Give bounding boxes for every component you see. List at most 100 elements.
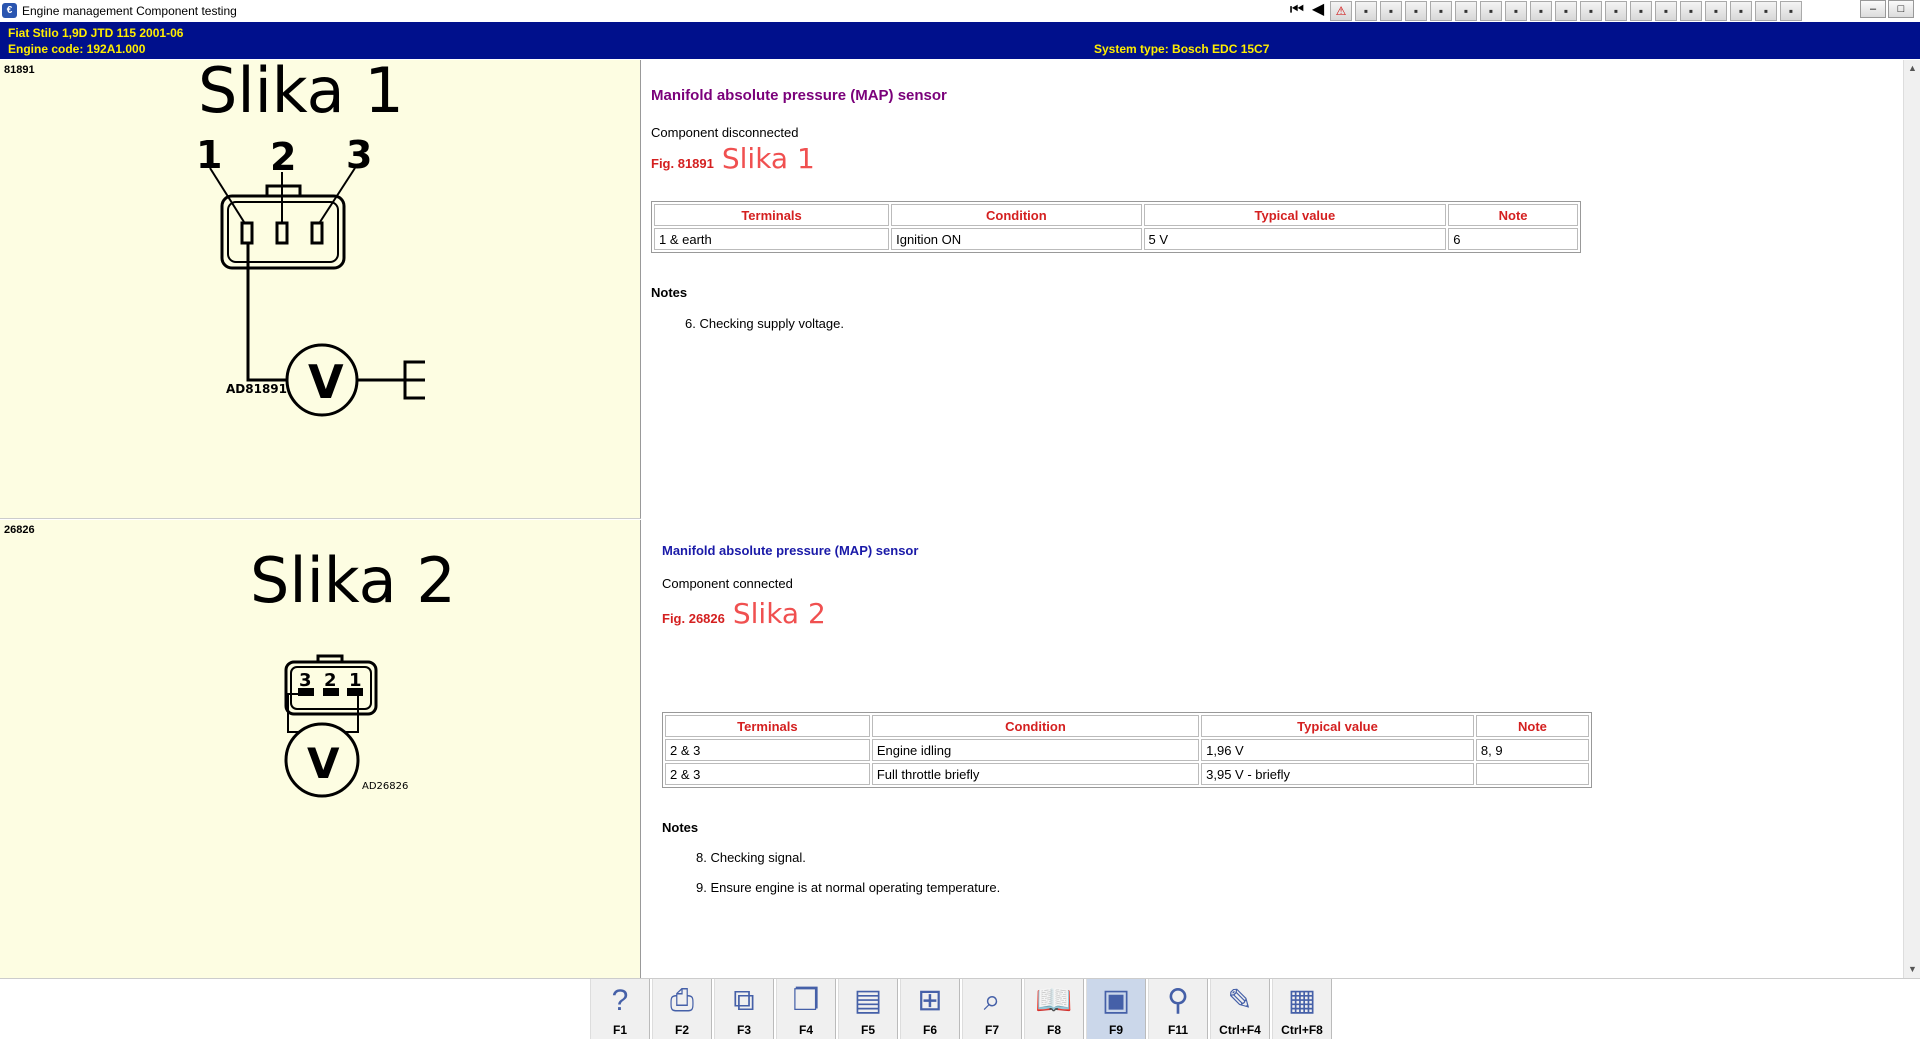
table-cell (1475, 763, 1589, 785)
note-item: 8. Checking signal. (696, 850, 806, 865)
fkey-f5-button[interactable]: ▤ F5 (838, 979, 898, 1039)
previous-icon[interactable]: ◀ (1309, 1, 1327, 21)
pin-label-3: 3 (346, 133, 372, 177)
pin-label-2: 2 (324, 670, 337, 691)
component-status: Component connected (662, 576, 793, 591)
fkey-f6-button[interactable]: ⊞ F6 (900, 979, 960, 1039)
car-icon[interactable]: ▪ (1530, 1, 1552, 21)
fkey-f1-button[interactable]: ? F1 (590, 979, 650, 1039)
note-icon[interactable]: ▪ (1780, 1, 1802, 21)
figure-icon: ▣ (1101, 984, 1131, 1017)
fkey-f8-button[interactable]: 📖 F8 (1024, 979, 1084, 1039)
help-icon: ? (611, 984, 629, 1017)
column-header: Terminals (665, 715, 870, 737)
fkey-f3-button[interactable]: ⧉ F3 (714, 979, 774, 1039)
folder-icon[interactable]: ▪ (1505, 1, 1527, 21)
fkey-f9-button[interactable]: ▣ F9 (1086, 979, 1146, 1039)
values-table: Terminals Condition Typical value Note 1 & … (651, 201, 1581, 253)
warning-icon[interactable]: ⚠ (1330, 1, 1352, 21)
fkey-f7-button[interactable]: ⌕ F7 (962, 979, 1022, 1039)
help-image-icon[interactable]: ▪ (1480, 1, 1502, 21)
printer-icon[interactable]: ▪ (1705, 1, 1727, 21)
lightbulb-icon[interactable]: ▪ (1680, 1, 1702, 21)
fkey-label: F7 (984, 1023, 999, 1037)
copy-icon: ⧉ (733, 984, 755, 1017)
column-header: Typical value (1143, 204, 1447, 226)
engine-code: Engine code: 192A1.000 (8, 42, 146, 56)
fkey-f4-button[interactable]: ❐ F4 (776, 979, 836, 1039)
screen-icon[interactable]: ▪ (1630, 1, 1652, 21)
system-type: System type: Bosch EDC 15C7 (1094, 42, 1270, 56)
fkey-label: F1 (612, 1023, 627, 1037)
settings-icon[interactable]: ▪ (1455, 1, 1477, 21)
table-cell: Full throttle briefly (871, 763, 1200, 785)
vertical-scrollbar[interactable]: ▲ ▼ (1903, 60, 1920, 978)
note-item: 9. Ensure engine is at normal operating … (696, 880, 1001, 895)
fkey-label: F2 (674, 1023, 689, 1037)
component-title: Manifold absolute pressure (MAP) sensor (651, 87, 947, 104)
document-icon[interactable]: ▪ (1355, 1, 1377, 21)
fkey-ctrl-f4-button[interactable]: ✎ Ctrl+F4 (1210, 979, 1270, 1039)
image-icon[interactable]: ▪ (1380, 1, 1402, 21)
column-header: Terminals (654, 204, 890, 226)
note-item: 6. Checking supply voltage. (685, 316, 844, 331)
table-icon: ▦ (1287, 984, 1317, 1017)
fkey-label: F11 (1167, 1023, 1188, 1037)
figure-annotation: Slika 1 (721, 142, 815, 175)
table-cell: 1,96 V (1201, 739, 1474, 761)
figure-reference: Fig. 26826 Slika 2 (662, 597, 826, 630)
pin-3 (310, 221, 324, 245)
table-cell: 8, 9 (1475, 739, 1589, 761)
fkey-label: Ctrl+F8 (1281, 1023, 1323, 1037)
column-header: Note (1448, 204, 1578, 226)
scroll-down-icon[interactable]: ▼ (1904, 961, 1920, 978)
first-page-icon[interactable]: ⏮ (1288, 1, 1306, 21)
content-pane: Manifold absolute pressure (MAP) sensor … (641, 60, 1903, 978)
diagram-icon[interactable]: ▪ (1555, 1, 1577, 21)
title-bar: € Engine management Component testing ⏮ ◀… (0, 0, 1920, 23)
scroll-up-icon[interactable]: ▲ (1904, 60, 1920, 77)
table-row: 2 & 3 Full throttle briefly 3,95 V - brief… (665, 763, 1589, 785)
connector-diagram-1: 1 2 3 V AD81891 (196, 133, 425, 417)
connector-diagram-2: 3 2 1 V AD26826 (284, 654, 408, 798)
column-header: Condition (871, 715, 1200, 737)
table-cell: 6 (1448, 228, 1578, 250)
window-title: Engine management Component testing (22, 4, 237, 18)
app-icon: € (2, 3, 17, 18)
pin-2 (275, 221, 289, 245)
tools-icon[interactable]: ▪ (1430, 1, 1452, 21)
fkey-f11-button[interactable]: ⚲ F11 (1148, 979, 1208, 1039)
table-cell: 2 & 3 (665, 763, 870, 785)
fkey-label: F6 (922, 1023, 937, 1037)
calculator-icon[interactable]: ▪ (1655, 1, 1677, 21)
gear-icon[interactable]: ▪ (1405, 1, 1427, 21)
probe-wire (246, 243, 288, 382)
minimize-icon[interactable]: – (1860, 0, 1886, 18)
table-cell: Engine idling (871, 739, 1200, 761)
figure-code: AD26826 (362, 781, 408, 792)
pin-1 (240, 221, 254, 245)
figure-link[interactable]: Fig. 26826 (662, 611, 725, 626)
table-cell: 3,95 V - briefly (1201, 763, 1474, 785)
search-vehicle-icon: ⚲ (1167, 984, 1189, 1017)
fkey-f2-button[interactable]: ⎙ F2 (652, 979, 712, 1039)
globe-icon[interactable]: ▪ (1730, 1, 1752, 21)
battery-icon[interactable]: ▪ (1605, 1, 1627, 21)
figure-panel-1: 81891 Slika 1 1 2 3 V AD81891 (0, 54, 641, 519)
wrench-icon[interactable]: ▪ (1580, 1, 1602, 21)
figure-annotation: Slika 2 (732, 597, 826, 630)
figure-panel-2: 26826 Slika 2 3 2 1 V AD26826 (0, 520, 641, 978)
network-icon[interactable]: ▪ (1755, 1, 1777, 21)
fkey-label: F8 (1046, 1023, 1061, 1037)
magnifier-icon: ⌕ (983, 984, 1001, 1017)
toolbar: ⏮ ◀ ⚠ ▪ ▪ ▪ ▪ ▪ ▪ ▪ ▪ ▪ ▪ ▪ ▪ ▪ ▪ ▪ ▪ ▪ ▪ (1288, 1, 1805, 21)
fkey-ctrl-f8-button[interactable]: ▦ Ctrl+F8 (1272, 979, 1332, 1039)
document-icon: ▤ (853, 984, 883, 1017)
maximize-icon[interactable]: □ (1888, 0, 1914, 18)
vehicle-model: Fiat Stilo 1,9D JTD 115 2001-06 (8, 26, 184, 40)
figure-link[interactable]: Fig. 81891 (651, 156, 714, 171)
column-header: Note (1475, 715, 1589, 737)
book-icon: 📖 (1035, 984, 1073, 1017)
notes-heading: Notes (662, 820, 699, 835)
pin-label-1: 1 (196, 133, 222, 177)
